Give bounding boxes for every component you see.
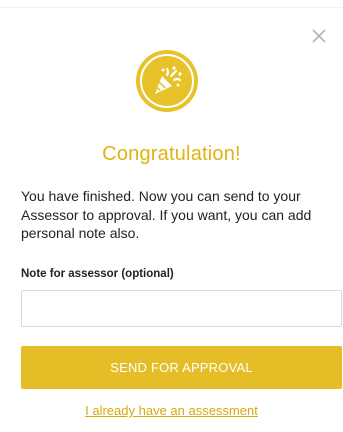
dialog-title: Congratulation!: [102, 143, 241, 165]
note-label: Note for assessor (optional): [21, 268, 174, 280]
close-button[interactable]: [309, 26, 329, 46]
party-popper-icon: [140, 54, 194, 108]
celebration-badge: [136, 50, 198, 112]
send-for-approval-button[interactable]: SEND FOR APPROVAL: [21, 346, 342, 389]
already-have-assessment-link[interactable]: I already have an assessment: [0, 403, 343, 418]
note-input[interactable]: [21, 290, 342, 327]
congratulation-dialog: Congratulation! You have finished. Now y…: [0, 0, 343, 432]
close-icon: [309, 26, 329, 46]
top-divider: [0, 0, 343, 8]
dialog-message: You have finished. Now you can send to y…: [21, 188, 312, 241]
